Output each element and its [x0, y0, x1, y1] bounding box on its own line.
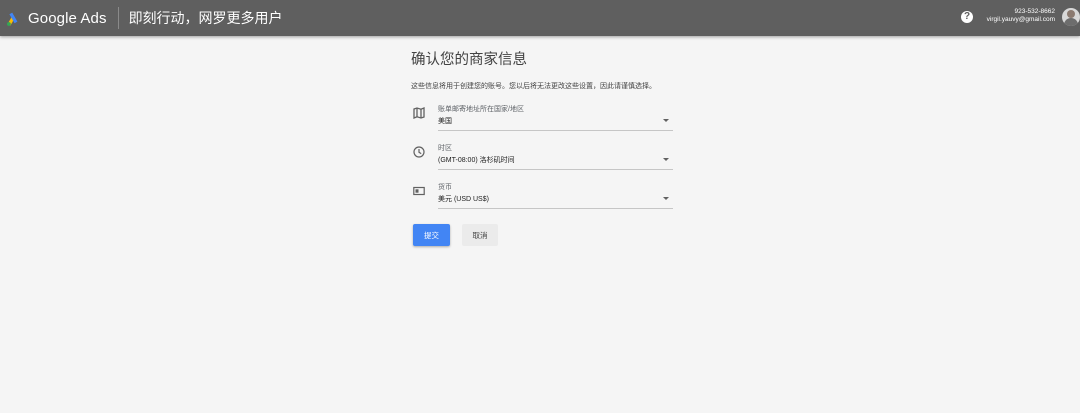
country-value: 美国	[438, 118, 452, 125]
map-icon	[413, 107, 425, 119]
header-divider	[117, 7, 119, 29]
submit-button[interactable]: 提交	[413, 224, 450, 246]
google-ads-logo-icon	[7, 12, 18, 26]
avatar[interactable]	[1062, 8, 1080, 26]
timezone-value: (GMT-08:00) 洛杉矶时间	[438, 157, 515, 164]
app-name: Google Ads	[28, 9, 107, 27]
chevron-down-icon	[663, 158, 669, 161]
currency-value: 美元 (USD US$)	[438, 196, 489, 203]
business-info-form: 确认您的商家信息 这些信息将用于创建您的账号。您以后将无法更改这些设置，因此请谨…	[411, 50, 676, 209]
chevron-down-icon	[663, 119, 669, 122]
field-underline	[438, 208, 673, 209]
chevron-down-icon	[663, 197, 669, 200]
google-ads-logo[interactable]: Google Ads	[6, 10, 107, 27]
timezone-label: 时区	[438, 145, 452, 152]
field-underline	[438, 130, 673, 131]
account-phone: 923-532-8662	[1014, 8, 1055, 15]
cancel-button[interactable]: 取消	[462, 224, 498, 246]
header-tagline: 即刻行动，网罗更多用户	[128, 10, 283, 26]
field-underline	[438, 169, 673, 170]
help-icon[interactable]: ?	[961, 11, 973, 23]
account-info[interactable]: 923-532-8662 virgil.yauvy@gmail.com	[987, 8, 1055, 24]
currency-select[interactable]: 货币 美元 (USD US$)	[411, 182, 673, 212]
avatar-head	[1067, 10, 1075, 18]
account-email: virgil.yauvy@gmail.com	[986, 16, 1055, 23]
top-app-bar: Google Ads 即刻行动，网罗更多用户	[0, 0, 1080, 36]
country-label: 账单邮寄地址所在国家/地区	[438, 106, 524, 113]
currency-label: 货币	[438, 184, 452, 191]
currency-icon	[413, 186, 425, 196]
timezone-select[interactable]: 时区 (GMT-08:00) 洛杉矶时间	[411, 143, 673, 173]
clock-icon	[413, 146, 425, 158]
page-title: 确认您的商家信息	[411, 52, 527, 68]
avatar-body	[1064, 18, 1078, 26]
form-description: 这些信息将用于创建您的账号。您以后将无法更改这些设置，因此请谨慎选择。	[411, 83, 656, 90]
country-select[interactable]: 账单邮寄地址所在国家/地区 美国	[411, 104, 673, 134]
